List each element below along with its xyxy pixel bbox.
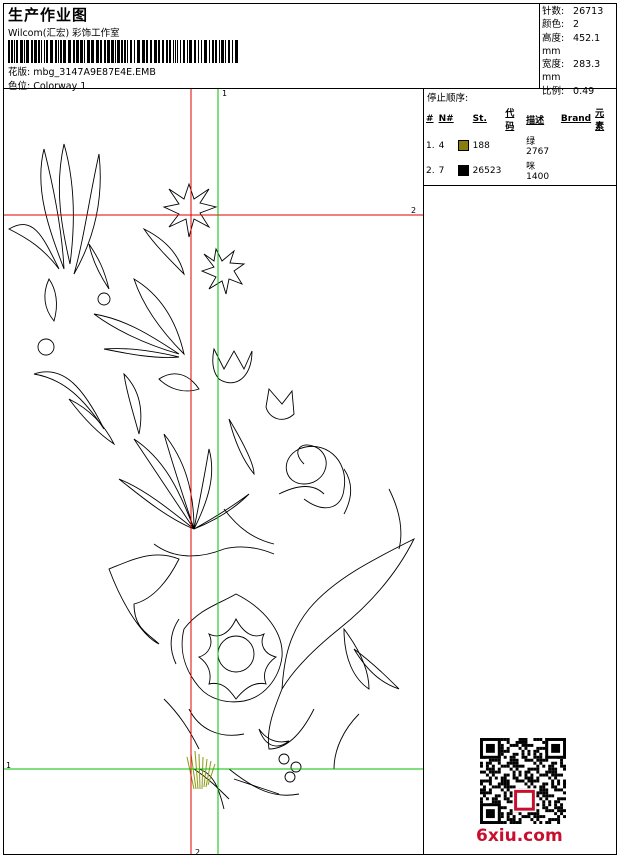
- red-axis-label-right: 2: [411, 206, 417, 215]
- cell-n: 4: [438, 140, 445, 151]
- col-header: St.: [472, 114, 487, 124]
- header-divider-vertical: [539, 3, 540, 88]
- watermark-logo: 6xiu.com: [476, 826, 563, 846]
- col-header: Brand: [560, 114, 592, 124]
- stat-row: 针数: 26713: [542, 5, 620, 18]
- stat-label: 针数:: [542, 6, 565, 17]
- barcode: [8, 40, 238, 63]
- col-header: N#: [438, 114, 454, 124]
- red-axis-label-bottom: 2: [195, 848, 201, 857]
- cell-code: [503, 158, 524, 183]
- stat-row: 颜色: 2: [542, 18, 620, 31]
- cell-num: 2.: [426, 165, 435, 176]
- cell-stitches: 188: [472, 140, 490, 151]
- col-header: 描述: [526, 115, 545, 126]
- stat-label: 颜色:: [542, 19, 565, 31]
- embroidery-design-canvas: [4, 89, 423, 854]
- cell-num: 1.: [426, 140, 435, 151]
- stat-row: 高度: 452.1 mm: [542, 32, 620, 59]
- table-header-row: # N# St. 代码 描述 Brand 元素: [424, 105, 614, 133]
- table-row: 1. 4 188 绿2767: [424, 133, 614, 158]
- floral-embroidery-outline: [8, 143, 416, 810]
- design-name-row: 花版: mbg_3147A9E87E4E.EMB: [8, 64, 156, 78]
- col-header: #: [426, 114, 434, 124]
- design-label: 花版:: [8, 67, 31, 78]
- cell-desc: 咪1400: [526, 162, 550, 182]
- panel-divider: [423, 89, 424, 854]
- stop-sequence-table: # N# St. 代码 描述 Brand 元素 1. 4 188 绿2767 2…: [424, 105, 614, 183]
- stat-label: 宽度:: [542, 59, 565, 71]
- color-swatch-cell: [456, 158, 471, 183]
- stat-value: 2: [573, 19, 580, 31]
- header-info: 生产作业图 Wilcom(汇宏) 彩饰工作室 花版: mbg_3147A9E87…: [4, 4, 540, 92]
- stat-row: 宽度: 283.3 mm: [542, 58, 620, 85]
- color-swatch: [457, 165, 469, 176]
- table-bottom-rule: [424, 185, 616, 186]
- cell-element: [593, 133, 614, 158]
- stat-label: 高度:: [542, 32, 565, 44]
- col-header: 代码: [505, 109, 515, 132]
- cell-brand: [559, 158, 593, 183]
- qr-code[interactable]: [480, 738, 566, 824]
- cell-element: [593, 158, 614, 183]
- table-row: 2. 7 26523 咪1400: [424, 158, 614, 183]
- col-header: [456, 105, 471, 133]
- cell-stitches: 26523: [472, 165, 502, 176]
- stop-sequence-panel: 停止顺序: # N# St. 代码 描述 Brand 元素 1. 4 188 绿…: [424, 89, 616, 186]
- color-swatch-cell: [456, 133, 471, 158]
- cell-code: [503, 133, 524, 158]
- green-axis-label-left: 1: [6, 761, 12, 770]
- cell-n: 7: [438, 165, 445, 176]
- company-name: Wilcom(汇宏) 彩饰工作室: [8, 28, 120, 39]
- cell-desc: 绿2767: [526, 137, 550, 157]
- stat-value: 26713: [573, 6, 604, 17]
- color-swatch: [457, 140, 469, 151]
- cell-brand: [559, 133, 593, 158]
- stop-sequence-heading: 停止顺序:: [427, 93, 469, 104]
- design-name: mbg_3147A9E87E4E.EMB: [33, 67, 156, 78]
- page-title: 生产作业图: [8, 6, 89, 24]
- green-axis-label-top: 1: [222, 89, 228, 98]
- col-header: 元素: [595, 109, 605, 132]
- stats-panel: 针数: 26713 颜色: 2 高度: 452.1 mm 宽度: 283.3 m…: [542, 5, 620, 98]
